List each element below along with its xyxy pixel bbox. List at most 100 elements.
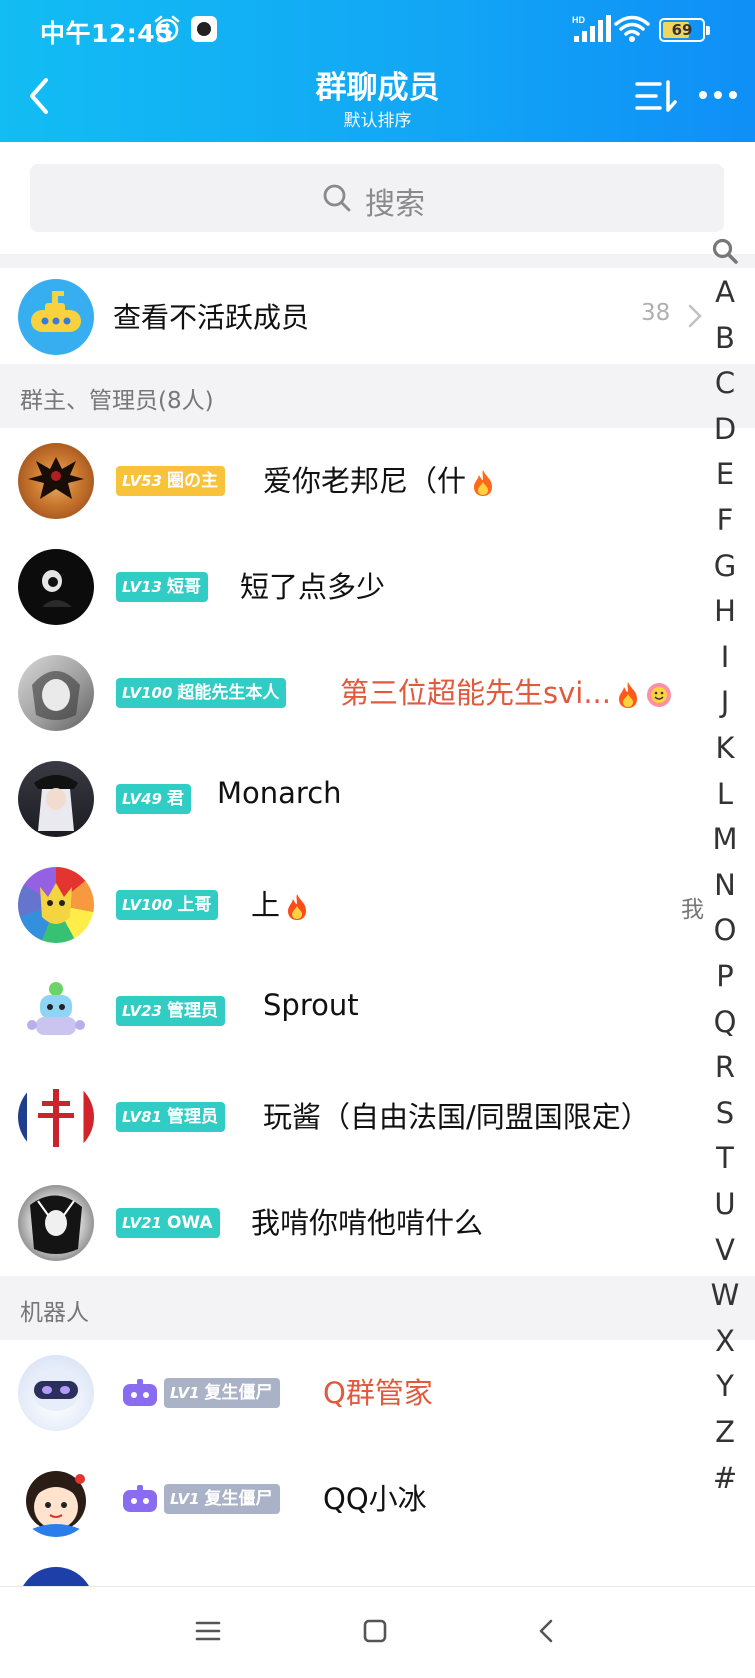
section-admins-label: 群主、管理员(8人) [20, 388, 214, 414]
index-search-icon[interactable] [711, 237, 739, 265]
app-notification-icon [191, 16, 217, 42]
member-row[interactable]: LV49 君 Monarch [0, 746, 700, 852]
index-letter[interactable]: K [700, 731, 750, 765]
avatar[interactable] [18, 549, 94, 625]
section-header-robots: 机器人 [0, 1276, 755, 1340]
battery-level: 69 [671, 21, 693, 39]
index-letter[interactable]: C [700, 366, 750, 400]
member-title: 短哥 [166, 577, 201, 597]
robot-level: LV1 [170, 1490, 200, 1508]
index-letter[interactable]: S [700, 1096, 750, 1130]
member-title: 超能先生本人 [177, 683, 280, 703]
member-row[interactable] [0, 1552, 700, 1586]
divider [0, 254, 755, 268]
index-letter[interactable]: E [700, 457, 750, 491]
index-letter[interactable]: V [700, 1233, 750, 1267]
member-badge: LV81 管理员 [116, 1102, 225, 1132]
inactive-members-label: 查看不活跃成员 [113, 301, 310, 334]
inactive-members-count: 38 [641, 300, 671, 326]
search-icon [323, 184, 351, 212]
member-badge: LV21 OWA [116, 1208, 220, 1238]
index-letter[interactable]: J [700, 685, 750, 719]
member-row[interactable]: LV100 超能先生本人 第三位超能先生svi... [0, 640, 700, 746]
search-area: 搜索 [0, 142, 755, 254]
index-letter[interactable]: W [700, 1278, 750, 1312]
index-letter[interactable]: F [700, 503, 750, 537]
more-icon[interactable] [696, 82, 740, 108]
index-letter[interactable]: U [700, 1187, 750, 1221]
inactive-members-entry[interactable]: 查看不活跃成员 38 [0, 268, 755, 364]
index-letter[interactable]: B [700, 321, 750, 355]
index-letter[interactable]: R [700, 1050, 750, 1084]
member-title: OWA [166, 1213, 213, 1233]
member-name: 玩酱（自由法国/同盟国限定） [263, 1100, 650, 1134]
index-letter[interactable]: Y [700, 1369, 750, 1403]
index-letter[interactable]: Q [700, 1005, 750, 1039]
avatar[interactable] [18, 1355, 94, 1431]
member-level: LV23 [122, 1002, 162, 1020]
member-title: 上哥 [177, 895, 212, 915]
index-letter[interactable]: G [700, 549, 750, 583]
section-robots-label: 机器人 [20, 1300, 89, 1326]
member-badge: LV13 短哥 [116, 572, 208, 602]
fire-icon [288, 894, 307, 920]
battery-icon: 69 [659, 18, 710, 42]
member-title: 管理员 [166, 1001, 218, 1021]
member-row[interactable]: LV81 管理员 玩酱（自由法国/同盟国限定） [0, 1064, 700, 1170]
index-letter[interactable]: A [700, 275, 750, 309]
signal-icon: HD [572, 15, 611, 42]
index-letter[interactable]: I [700, 640, 750, 674]
fire-icon [474, 470, 493, 496]
member-row[interactable]: LV100 上哥 上 我 [0, 852, 704, 958]
fire-icon [618, 682, 637, 708]
index-letter[interactable]: L [700, 777, 750, 811]
member-level: LV21 [122, 1214, 162, 1232]
index-letter[interactable]: Z [700, 1415, 750, 1449]
index-letter[interactable]: # [700, 1461, 750, 1495]
home-icon[interactable] [361, 1617, 389, 1645]
sort-icon[interactable] [634, 76, 678, 116]
avatar[interactable] [18, 1461, 94, 1537]
search-placeholder: 搜索 [365, 187, 425, 222]
avatar[interactable] [18, 443, 94, 519]
robot-row[interactable]: LV1 复生僵尸 Q群管家 [0, 1340, 700, 1446]
robot-name: QQ小冰 [323, 1482, 427, 1516]
robot-title: 复生僵尸 [204, 1489, 273, 1509]
index-letter[interactable]: D [700, 412, 750, 446]
avatar[interactable] [18, 1079, 94, 1155]
robot-row[interactable]: LV1 复生僵尸 QQ小冰 [0, 1446, 700, 1552]
member-level: LV100 [122, 684, 173, 702]
smile-icon [646, 683, 671, 707]
robot-badge: LV1 复生僵尸 [164, 1484, 280, 1514]
avatar[interactable] [18, 655, 94, 731]
robot-badge: LV1 复生僵尸 [164, 1378, 280, 1408]
index-letter[interactable]: O [700, 913, 750, 947]
index-letter[interactable]: M [700, 822, 750, 856]
alarm-icon [154, 15, 180, 42]
avatar[interactable] [18, 973, 94, 1049]
avatar[interactable] [18, 1567, 94, 1586]
index-letter[interactable]: N [700, 868, 750, 902]
member-row[interactable]: LV23 管理员 Sprout [0, 958, 700, 1064]
member-level: LV81 [122, 1108, 162, 1126]
index-letter[interactable]: H [700, 594, 750, 628]
menu-icon[interactable] [194, 1617, 222, 1645]
back-icon[interactable] [533, 1617, 561, 1645]
member-name: 上 [251, 882, 310, 924]
member-row[interactable]: LV53 圈の主 爱你老邦尼（什 [0, 428, 700, 534]
system-nav-bar [0, 1586, 755, 1678]
member-title: 管理员 [166, 1107, 218, 1127]
avatar[interactable] [18, 761, 94, 837]
search-input[interactable]: 搜索 [30, 164, 724, 232]
member-badge: LV100 上哥 [116, 890, 219, 920]
index-letter[interactable]: X [700, 1324, 750, 1358]
member-row[interactable]: LV21 OWA 我啃你啃他啃什么 [0, 1170, 700, 1276]
member-name: Sprout [263, 988, 359, 1022]
avatar[interactable] [18, 867, 94, 943]
member-level: LV49 [122, 790, 162, 808]
index-letter[interactable]: T [700, 1141, 750, 1175]
member-row[interactable]: LV13 短哥 短了点多少 [0, 534, 700, 640]
index-letter[interactable]: P [700, 959, 750, 993]
avatar[interactable] [18, 1185, 94, 1261]
member-level: LV53 [122, 472, 162, 490]
